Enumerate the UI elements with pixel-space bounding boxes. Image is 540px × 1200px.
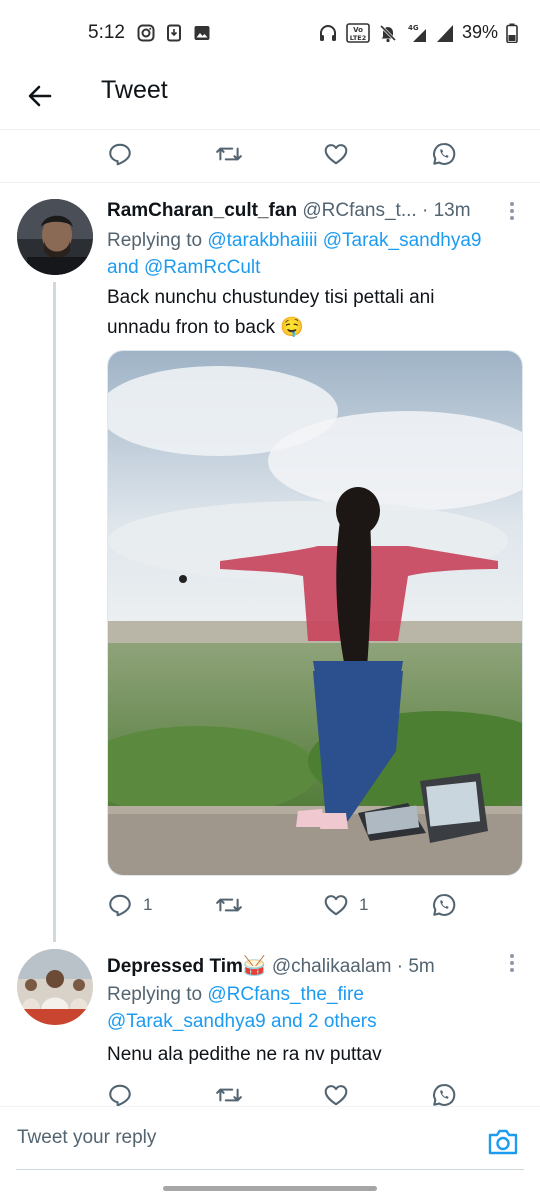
whatsapp-icon <box>433 894 456 916</box>
page-title: Tweet <box>101 76 168 104</box>
username[interactable]: @chalikaalam <box>272 956 392 977</box>
back-arrow-icon <box>28 85 52 107</box>
svg-text:Vo: Vo <box>353 26 363 34</box>
tweet-text-line: unnadu fron to back 🤤 <box>107 317 304 338</box>
replying-to-label: Replying to <box>107 230 208 251</box>
tweet-header: RamCharan_cult_fan @RCfans_t... · 13m <box>107 200 471 222</box>
reply-composer: Tweet your reply <box>0 1106 540 1176</box>
top-app-bar: Tweet <box>0 68 540 130</box>
status-time: 5:12 <box>88 22 125 43</box>
display-name[interactable]: Depressed Tim🥁 <box>107 956 267 977</box>
more-options-button[interactable] <box>508 953 516 978</box>
reply-icon <box>109 894 131 917</box>
avatar-image <box>17 199 93 275</box>
others-link[interactable]: and 2 others <box>266 1011 377 1032</box>
display-name[interactable]: RamCharan_cult_fan <box>107 200 297 221</box>
more-icon <box>510 954 514 972</box>
mention-link[interactable]: @Tarak_sandhya9 <box>107 1011 266 1032</box>
mention-link[interactable]: @tarakbhaiiii <box>207 230 317 251</box>
like-icon <box>324 895 348 916</box>
tweet-text-line: Back nunchu chustundey tisi pettali ani <box>107 287 435 308</box>
retweet-icon <box>216 898 242 912</box>
retweet-button[interactable] <box>215 139 243 169</box>
whatsapp-icon <box>433 143 456 165</box>
whatsapp-share-button[interactable] <box>431 139 457 169</box>
divider <box>0 182 540 183</box>
mention-link[interactable]: @RamRcCult <box>144 257 260 278</box>
reply-icon <box>109 1084 131 1107</box>
headphones-icon <box>319 24 336 41</box>
replying-to-label: Replying to <box>107 984 208 1005</box>
mute-bell-icon <box>379 24 397 42</box>
reply-button[interactable]: 1 <box>107 890 152 920</box>
whatsapp-share-button[interactable] <box>431 890 457 920</box>
retweet-icon <box>216 1088 242 1102</box>
status-notification-icons <box>137 24 211 42</box>
reply-icon <box>109 143 131 166</box>
tweet-text-line: Nenu ala pedithe ne ra nv puttav <box>107 1044 382 1065</box>
whatsapp-icon <box>433 1084 456 1106</box>
status-system-icons: Vo LTE2 4G 39% <box>318 22 518 43</box>
reply-button[interactable] <box>107 139 133 169</box>
avatar[interactable] <box>17 949 93 1025</box>
mention-link[interactable]: @RCfans_the_fire <box>207 984 364 1005</box>
reply-input[interactable]: Tweet your reply <box>17 1127 156 1149</box>
like-icon <box>324 1085 348 1106</box>
separator: · <box>416 200 434 221</box>
timestamp: 13m <box>433 200 471 221</box>
separator: · <box>391 956 409 977</box>
avatar-image <box>17 949 93 1025</box>
back-button[interactable] <box>22 78 58 114</box>
status-bar: 5:12 Vo LTE2 4G 39% <box>0 0 540 68</box>
retweet-icon <box>216 147 242 161</box>
tweet-actions: 1 1 <box>107 890 467 920</box>
parent-tweet-actions <box>107 139 467 169</box>
battery-icon <box>506 23 518 43</box>
gallery-icon <box>194 26 210 40</box>
battery-percent: 39% <box>461 22 498 42</box>
volte-icon: Vo LTE2 <box>346 22 370 43</box>
replying-to: Replying to @tarakbhaiiii @Tarak_sandhya… <box>107 227 517 281</box>
camera-icon <box>488 1129 518 1155</box>
timestamp: 5m <box>408 956 435 977</box>
instagram-icon <box>137 24 155 42</box>
tweet-header: Depressed Tim🥁 @chalikaalam · 5m <box>107 954 435 978</box>
like-button[interactable] <box>323 139 349 169</box>
camera-button[interactable] <box>486 1125 520 1159</box>
more-options-button[interactable] <box>508 201 516 226</box>
mention-link[interactable]: @Tarak_sandhya9 <box>323 230 482 251</box>
username[interactable]: @RCfans_t... <box>302 200 416 221</box>
tweet-text: Nenu ala pedithe ne ra nv puttav <box>107 1040 517 1070</box>
retweet-button[interactable] <box>215 890 243 920</box>
svg-text:4G: 4G <box>408 24 419 32</box>
replying-and: and <box>107 257 144 278</box>
thread-connector-line <box>53 282 56 942</box>
like-count: 1 <box>359 895 369 914</box>
avatar[interactable] <box>17 199 93 275</box>
photo-image <box>108 351 522 875</box>
reply-count: 1 <box>143 895 153 914</box>
signal-icon <box>436 24 453 42</box>
signal-4g-icon: 4G <box>408 24 426 42</box>
like-icon <box>324 144 348 165</box>
replying-to: Replying to @RCfans_the_fire @Tarak_sand… <box>107 981 517 1035</box>
home-indicator[interactable] <box>163 1186 377 1191</box>
download-icon <box>167 24 181 42</box>
input-underline <box>16 1169 524 1170</box>
svg-text:LTE2: LTE2 <box>350 34 366 42</box>
tweet-text: Back nunchu chustundey tisi pettali ani … <box>107 283 517 343</box>
like-button[interactable]: 1 <box>323 890 368 920</box>
tweet-photo[interactable] <box>107 350 523 876</box>
more-icon <box>510 202 514 220</box>
